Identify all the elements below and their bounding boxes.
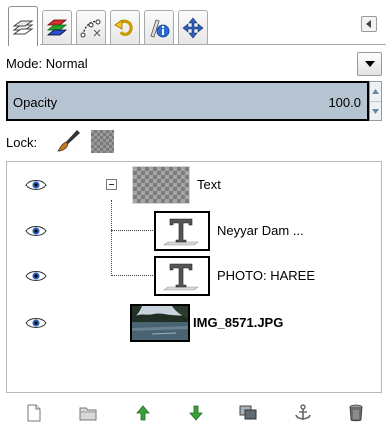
opacity-spinner[interactable] [369,81,382,121]
duplicate-layer-icon [239,405,257,420]
tab-paths[interactable] [76,10,106,44]
layer-thumbnail [130,304,190,342]
delete-layer-button[interactable] [345,402,367,424]
delete-layer-icon [349,404,363,422]
lower-layer-icon [189,405,203,421]
layer-thumbnail [154,256,210,296]
tab-move[interactable] [178,10,208,44]
anchor-layer-icon [295,404,311,420]
alpha-checker-icon[interactable] [91,130,114,153]
spin-down-button[interactable] [370,101,381,120]
layers-icon [12,20,34,34]
layer-row[interactable]: Neyyar Dam ... [7,208,381,254]
paint-brush-icon[interactable] [56,128,82,154]
collapse-button[interactable] [106,179,117,190]
chevron-down-icon [364,61,375,67]
text-layer-icon [163,263,199,291]
tab-layers[interactable] [8,6,38,46]
lock-label: Lock: [6,135,38,150]
tab-bar-divider [40,44,386,45]
chevron-down-icon [372,108,379,114]
paths-icon [80,19,101,37]
opacity-slider[interactable]: Opacity 100.0 [6,81,369,121]
tab-pointer-info[interactable] [144,10,174,44]
channels-icon [46,19,68,35]
tab-undo-history[interactable] [110,10,140,44]
anchor-layer-button[interactable] [292,402,314,424]
eye-icon[interactable] [25,178,47,192]
mode-dropdown-button[interactable] [357,52,382,76]
spin-up-button[interactable] [370,82,381,101]
new-layer-icon [27,404,41,422]
layer-name[interactable]: Text [197,177,221,192]
new-layer-button[interactable] [23,402,45,424]
layer-row[interactable]: PHOTO: HAREE [7,253,381,299]
layer-name[interactable]: PHOTO: HAREE [217,268,315,283]
raise-layer-button[interactable] [132,402,154,424]
opacity-value: 100.0 [328,95,361,110]
chevron-up-icon [372,89,379,94]
eye-icon[interactable] [25,269,47,283]
undo-history-icon [114,18,133,36]
dock-tab-bar [0,0,386,46]
layer-name[interactable]: Neyyar Dam ... [217,223,304,238]
raise-layer-icon [136,405,150,421]
layer-row[interactable]: Text [7,162,381,208]
layers-toolbar [0,396,386,430]
lower-layer-button[interactable] [185,402,207,424]
new-layer-group-icon [79,407,97,421]
text-layer-icon [163,218,199,246]
mode-label[interactable]: Mode: Normal [6,56,88,71]
opacity-label: Opacity [13,95,58,110]
layer-thumbnail [132,166,190,204]
photo-thumbnail-image [132,306,188,340]
pointer-info-icon [150,18,170,38]
eye-icon[interactable] [25,224,47,238]
tab-menu-button[interactable] [361,16,377,32]
eye-icon[interactable] [25,316,47,330]
tab-channels[interactable] [42,10,72,44]
layer-thumbnail [154,211,210,251]
tab-menu-icon [366,20,371,28]
move-icon [182,17,204,38]
duplicate-layer-button[interactable] [237,402,259,424]
new-layer-group-button[interactable] [77,402,99,424]
layer-name[interactable]: IMG_8571.JPG [193,315,283,330]
layer-row[interactable]: IMG_8571.JPG [7,300,381,346]
layers-list[interactable]: Text Neyyar Dam ... PHOTO: HAREE IMG_857… [6,161,382,393]
